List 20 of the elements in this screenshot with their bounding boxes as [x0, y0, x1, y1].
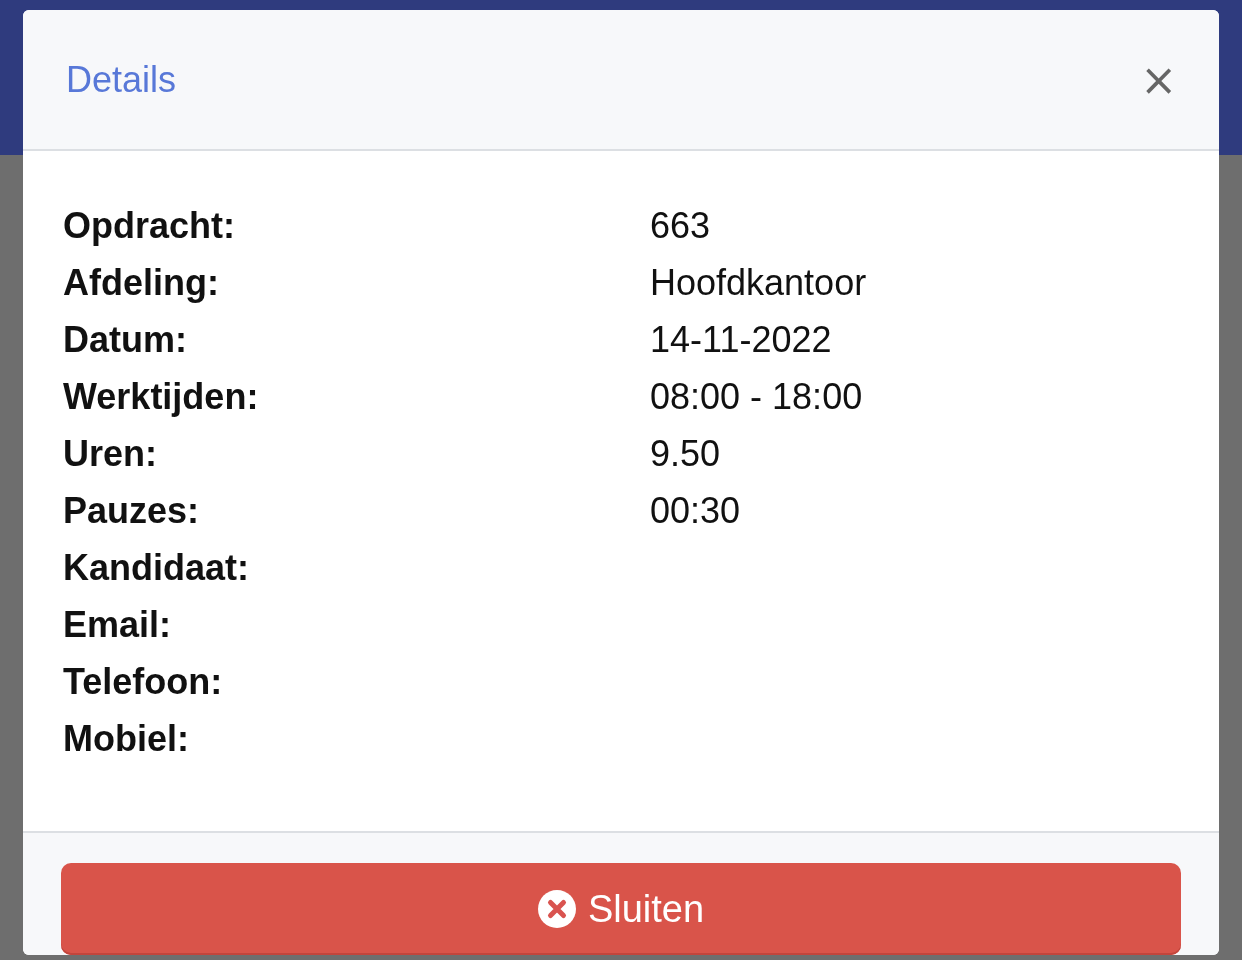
- field-label: Mobiel:: [63, 717, 190, 760]
- field-label: Opdracht:: [63, 204, 236, 247]
- close-button[interactable]: ×: [1140, 57, 1177, 102]
- field-label: Uren:: [63, 432, 158, 475]
- field-value: 14-11-2022: [650, 318, 832, 361]
- field-label: Werktijden:: [63, 375, 260, 418]
- field-label: Kandidaat:: [63, 546, 250, 589]
- field-value: 08:00 - 18:00: [650, 375, 863, 418]
- field-label: Datum:: [63, 318, 188, 361]
- field-label: Telefoon:: [63, 660, 224, 703]
- close-circle-icon: [537, 890, 576, 928]
- field-label: Email:: [63, 603, 173, 646]
- field-value: Hoofdkantoor: [650, 261, 867, 304]
- field-label: Afdeling:: [63, 261, 220, 304]
- dialog-title: Details: [66, 58, 177, 101]
- field-label: Pauzes:: [63, 489, 201, 532]
- field-value: 00:30: [650, 489, 741, 532]
- field-value: 9.50: [650, 432, 721, 475]
- field-value: 663: [650, 204, 711, 247]
- close-dialog-button[interactable]: Sluiten: [61, 863, 1181, 955]
